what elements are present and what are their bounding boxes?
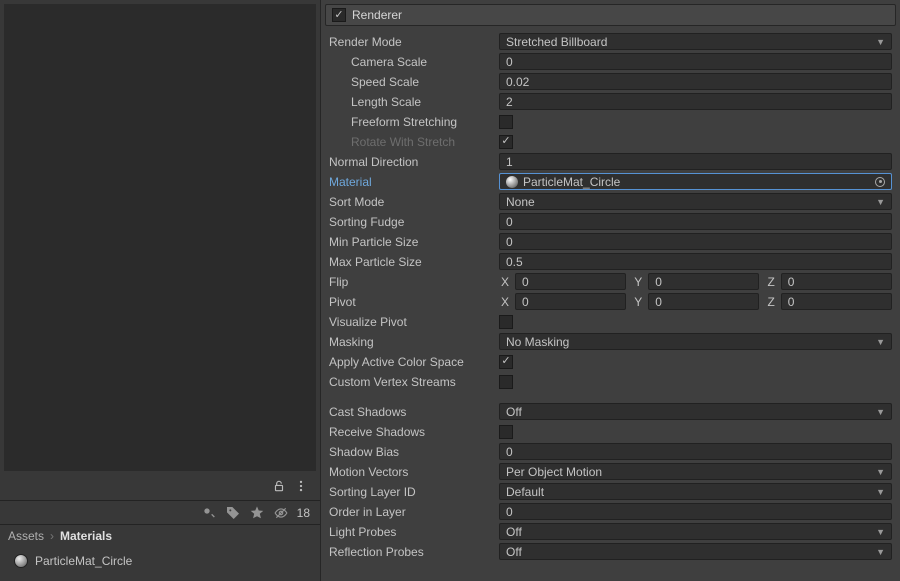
project-toolbar: 18 — [0, 501, 320, 525]
apply-color-space-label: Apply Active Color Space — [329, 355, 499, 369]
left-pane: 18 Assets › Materials ParticleMat_Circle — [0, 0, 320, 581]
cast-shadows-label: Cast Shadows — [329, 405, 499, 419]
freeform-stretching-checkbox[interactable] — [499, 115, 513, 129]
camera-scale-field[interactable]: 0 — [499, 53, 892, 70]
sorting-layer-id-label: Sorting Layer ID — [329, 485, 499, 499]
hidden-count: 18 — [297, 506, 310, 520]
asset-list: ParticleMat_Circle — [0, 547, 320, 581]
material-field[interactable]: ParticleMat_Circle — [499, 173, 892, 190]
motion-vectors-label: Motion Vectors — [329, 465, 499, 479]
sorting-fudge-field[interactable]: 0 — [499, 213, 892, 230]
normal-direction-field[interactable]: 1 — [499, 153, 892, 170]
sort-mode-dropdown[interactable]: None — [499, 193, 892, 210]
order-in-layer-label: Order in Layer — [329, 505, 499, 519]
renderer-title: Renderer — [352, 8, 402, 22]
filter-by-label-icon[interactable] — [225, 505, 241, 521]
sort-mode-label: Sort Mode — [329, 195, 499, 209]
breadcrumb-root[interactable]: Assets — [8, 529, 44, 543]
flip-x-field[interactable]: 0 — [515, 273, 626, 290]
renderer-body: Render Mode Stretched Billboard Camera S… — [321, 26, 900, 566]
breadcrumb-folder[interactable]: Materials — [60, 529, 112, 543]
lock-icon[interactable] — [272, 479, 286, 496]
custom-vertex-streams-label: Custom Vertex Streams — [329, 375, 499, 389]
light-probes-label: Light Probes — [329, 525, 499, 539]
sorting-fudge-label: Sorting Fudge — [329, 215, 499, 229]
min-particle-size-label: Min Particle Size — [329, 235, 499, 249]
length-scale-field[interactable]: 2 — [499, 93, 892, 110]
motion-vectors-dropdown[interactable]: Per Object Motion — [499, 463, 892, 480]
receive-shadows-checkbox[interactable] — [499, 425, 513, 439]
sorting-layer-id-dropdown[interactable]: Default — [499, 483, 892, 500]
render-mode-label: Render Mode — [329, 35, 499, 49]
flip-y-field[interactable]: 0 — [648, 273, 759, 290]
shadow-bias-field[interactable]: 0 — [499, 443, 892, 460]
material-icon — [14, 554, 28, 568]
reflection-probes-dropdown[interactable]: Off — [499, 543, 892, 560]
masking-dropdown[interactable]: No Masking — [499, 333, 892, 350]
apply-color-space-checkbox[interactable] — [499, 355, 513, 369]
length-scale-label: Length Scale — [329, 95, 499, 109]
max-particle-size-field[interactable]: 0.5 — [499, 253, 892, 270]
freeform-stretching-label: Freeform Stretching — [329, 115, 499, 129]
shadow-bias-label: Shadow Bias — [329, 445, 499, 459]
rotate-with-stretch-label: Rotate With Stretch — [329, 135, 499, 149]
cast-shadows-dropdown[interactable]: Off — [499, 403, 892, 420]
render-mode-dropdown[interactable]: Stretched Billboard — [499, 33, 892, 50]
pivot-z-field[interactable]: 0 — [781, 293, 892, 310]
max-particle-size-label: Max Particle Size — [329, 255, 499, 269]
visualize-pivot-label: Visualize Pivot — [329, 315, 499, 329]
renderer-header[interactable]: Renderer — [325, 4, 896, 26]
inspector-pane: Renderer Render Mode Stretched Billboard… — [320, 0, 900, 581]
visualize-pivot-checkbox[interactable] — [499, 315, 513, 329]
speed-scale-field[interactable]: 0.02 — [499, 73, 892, 90]
custom-vertex-streams-checkbox[interactable] — [499, 375, 513, 389]
asset-item[interactable]: ParticleMat_Circle — [8, 551, 312, 571]
chevron-right-icon: › — [50, 529, 54, 543]
renderer-enable-checkbox[interactable] — [332, 8, 346, 22]
light-probes-dropdown[interactable]: Off — [499, 523, 892, 540]
material-icon — [506, 176, 518, 188]
order-in-layer-field[interactable]: 0 — [499, 503, 892, 520]
flip-label: Flip — [329, 275, 499, 289]
filter-by-type-icon[interactable] — [201, 505, 217, 521]
pivot-x-field[interactable]: 0 — [515, 293, 626, 310]
object-picker-icon[interactable] — [875, 177, 885, 187]
speed-scale-label: Speed Scale — [329, 75, 499, 89]
pivot-y-field[interactable]: 0 — [648, 293, 759, 310]
favorite-icon[interactable] — [249, 505, 265, 521]
hidden-icon[interactable] — [273, 505, 289, 521]
pivot-label: Pivot — [329, 295, 499, 309]
masking-label: Masking — [329, 335, 499, 349]
preview-area — [4, 4, 316, 471]
min-particle-size-field[interactable]: 0 — [499, 233, 892, 250]
camera-scale-label: Camera Scale — [329, 55, 499, 69]
receive-shadows-label: Receive Shadows — [329, 425, 499, 439]
normal-direction-label: Normal Direction — [329, 155, 499, 169]
left-toolbar — [0, 475, 320, 501]
flip-z-field[interactable]: 0 — [781, 273, 892, 290]
rotate-with-stretch-checkbox[interactable] — [499, 135, 513, 149]
breadcrumb: Assets › Materials — [0, 525, 320, 547]
material-label: Material — [329, 175, 499, 189]
more-icon[interactable] — [294, 479, 308, 496]
reflection-probes-label: Reflection Probes — [329, 545, 499, 559]
asset-name: ParticleMat_Circle — [35, 554, 132, 568]
